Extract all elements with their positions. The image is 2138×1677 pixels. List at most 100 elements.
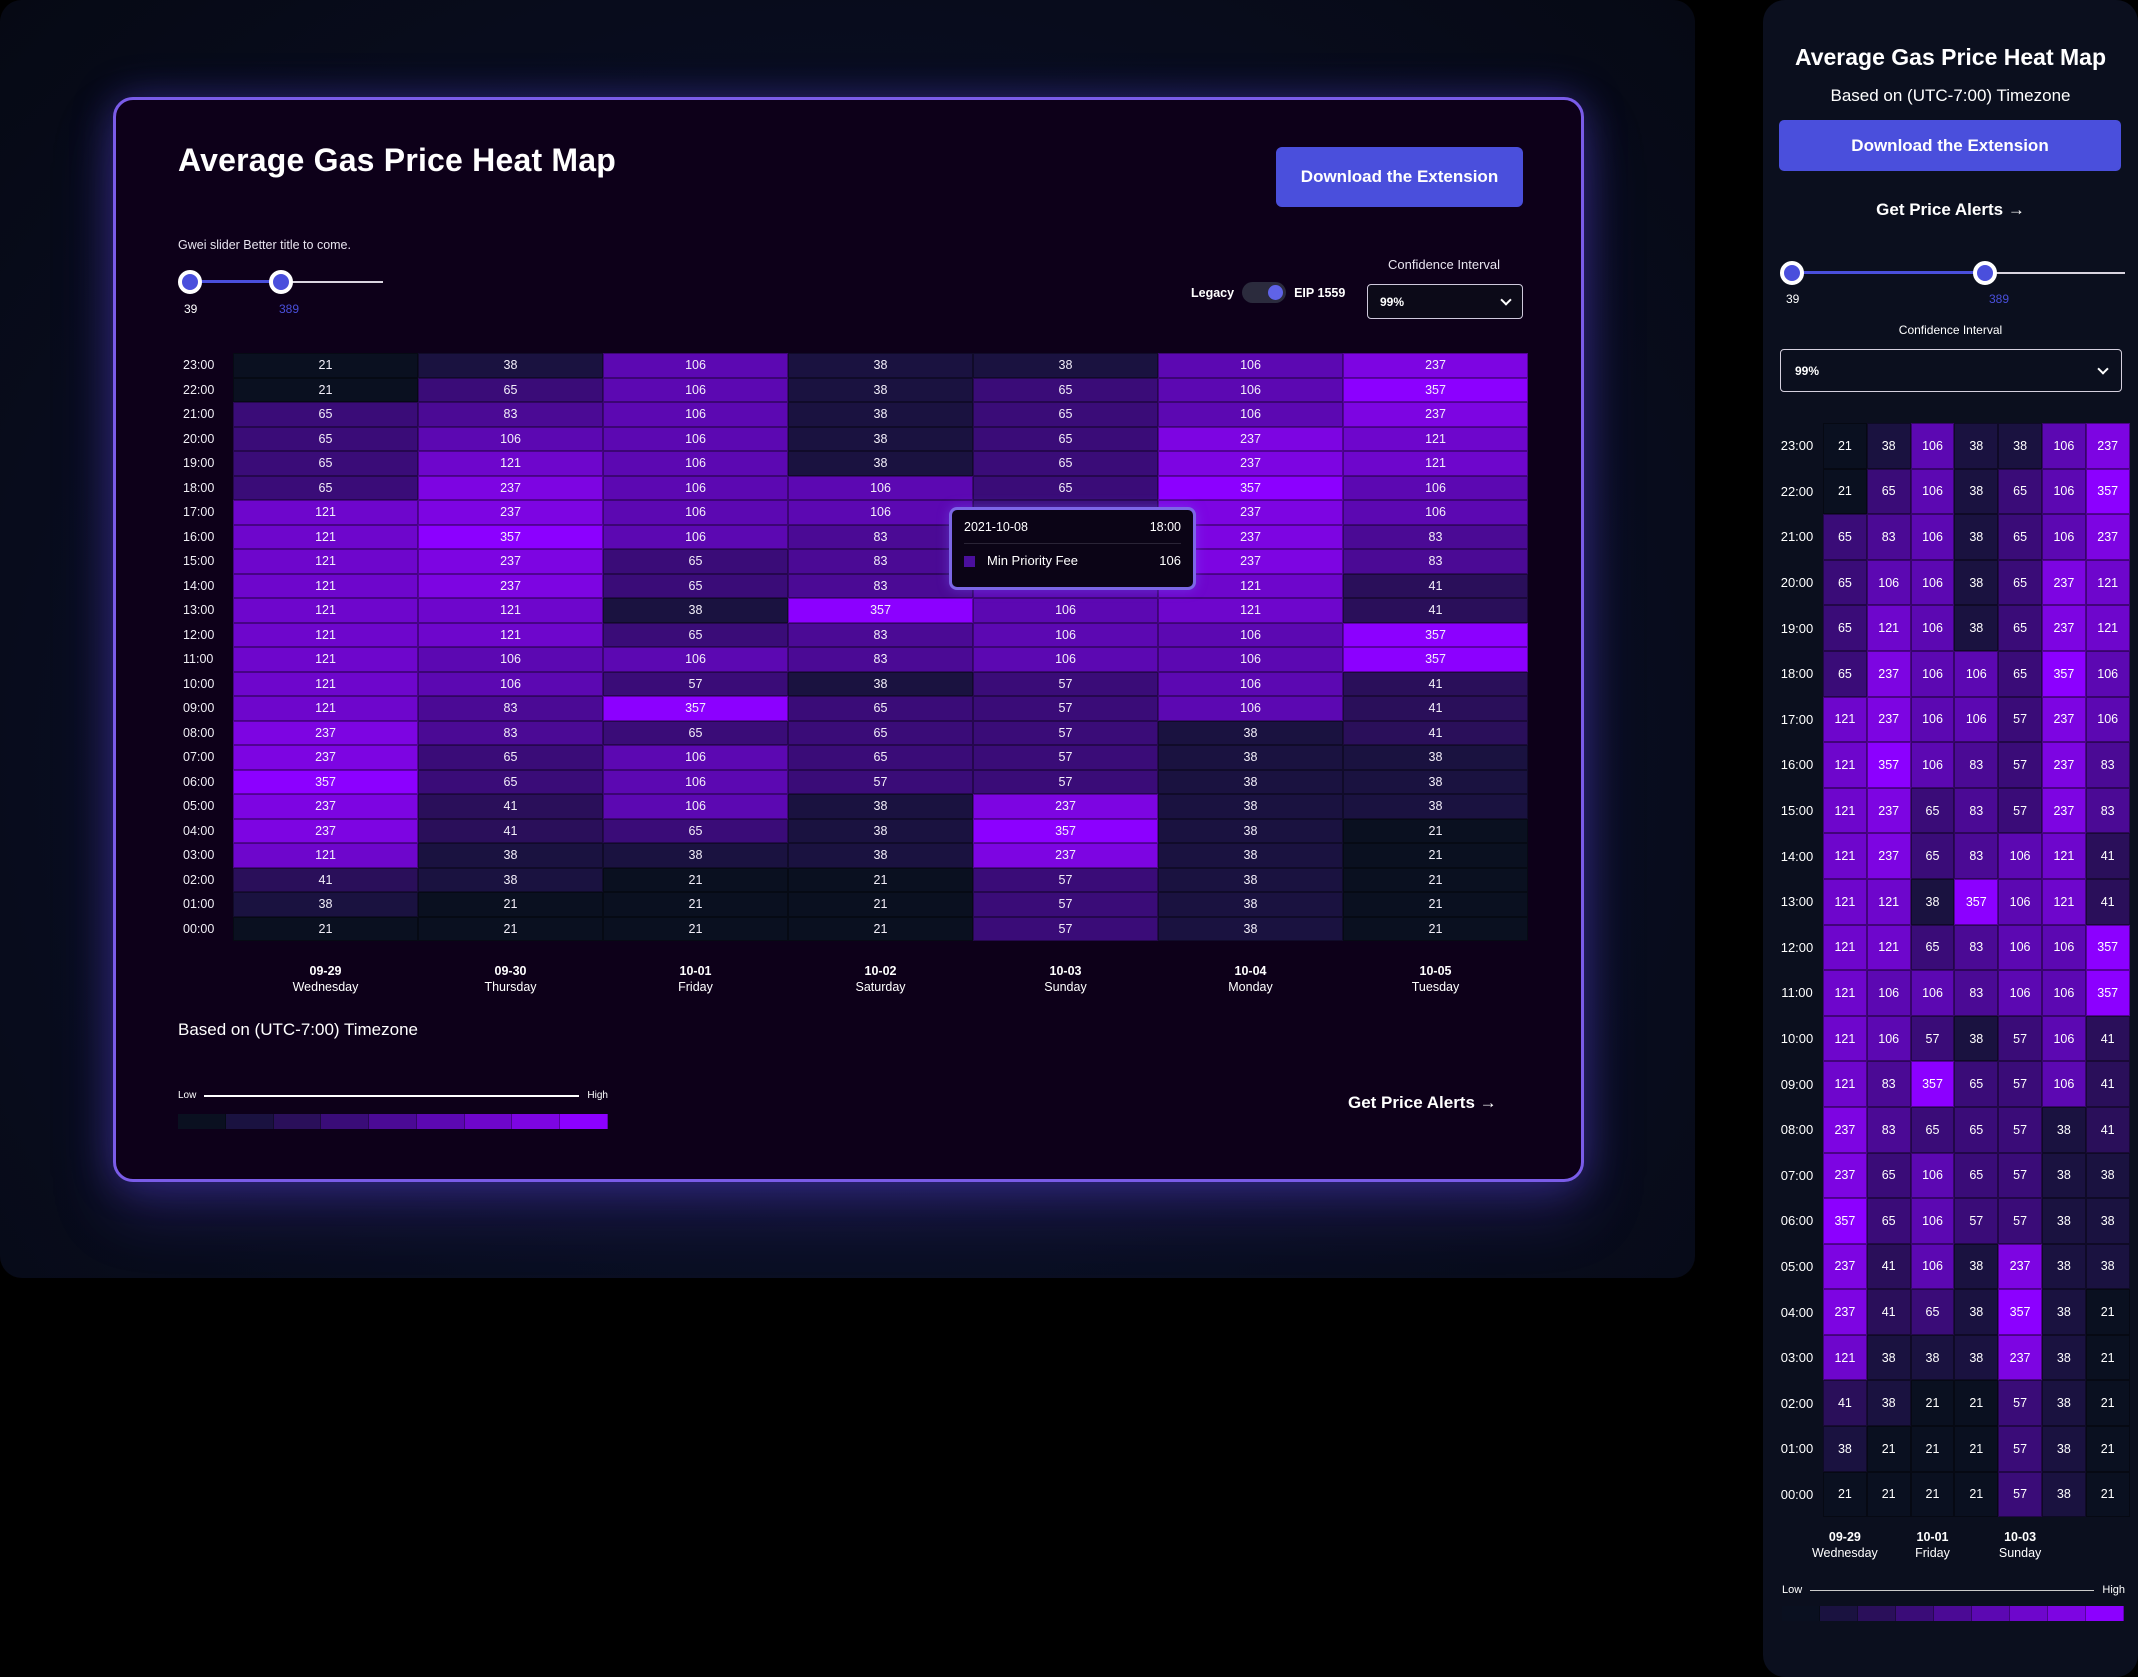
heatmap-cell[interactable]: 38 (603, 598, 788, 623)
mobile-heatmap-cell[interactable]: 21 (2085, 1426, 2130, 1472)
mobile-heatmap-cell[interactable]: 237 (1866, 650, 1911, 697)
heatmap-cell[interactable]: 357 (973, 818, 1158, 843)
mobile-heatmap-cell[interactable]: 38 (1866, 1334, 1911, 1381)
heatmap-cell[interactable]: 106 (603, 745, 788, 770)
mobile-heatmap-cell[interactable]: 21 (2085, 1334, 2130, 1381)
heatmap-cell[interactable]: 121 (233, 647, 418, 672)
mobile-heatmap-cell[interactable]: 106 (1910, 514, 1955, 560)
mobile-heatmap-cell[interactable]: 21 (1910, 1426, 1955, 1472)
heatmap-cell[interactable]: 121 (233, 622, 418, 647)
heatmap-cell[interactable]: 83 (788, 622, 973, 647)
mobile-heatmap-cell[interactable]: 357 (2085, 468, 2130, 515)
heatmap-cell[interactable]: 57 (973, 745, 1158, 770)
mobile-heatmap-cell[interactable]: 38 (2085, 1243, 2130, 1290)
mobile-heatmap-cell[interactable]: 65 (1954, 1106, 1999, 1153)
mobile-heatmap-cell[interactable]: 57 (1910, 1015, 1955, 1062)
mobile-heatmap-cell[interactable]: 38 (2041, 1243, 2086, 1290)
heatmap-cell[interactable]: 357 (233, 769, 418, 794)
heatmap-cell[interactable]: 38 (788, 451, 973, 476)
heatmap-cell[interactable]: 38 (418, 843, 603, 868)
heatmap-cell[interactable]: 357 (418, 524, 603, 549)
slider-min-thumb[interactable] (178, 270, 202, 294)
heatmap-cell[interactable]: 121 (1158, 598, 1343, 623)
heatmap-cell[interactable]: 106 (603, 426, 788, 451)
mobile-heatmap-cell[interactable]: 121 (2041, 833, 2086, 879)
heatmap-cell[interactable]: 121 (233, 549, 418, 574)
mobile-heatmap-cell[interactable]: 65 (1910, 1289, 1955, 1335)
heatmap-cell[interactable]: 21 (788, 916, 973, 941)
mobile-heatmap-cell[interactable]: 237 (2041, 696, 2086, 743)
heatmap-cell[interactable]: 106 (788, 500, 973, 525)
mobile-heatmap-cell[interactable]: 38 (2041, 1380, 2086, 1427)
mobile-heatmap-cell[interactable]: 83 (2085, 742, 2130, 788)
mobile-heatmap-cell[interactable]: 121 (1823, 1015, 1867, 1062)
heatmap-cell[interactable]: 106 (418, 426, 603, 451)
heatmap-cell[interactable]: 121 (1343, 426, 1528, 451)
mobile-heatmap-cell[interactable]: 237 (1823, 1152, 1867, 1199)
mobile-heatmap-cell[interactable]: 38 (1954, 468, 1999, 515)
heatmap-cell[interactable]: 65 (233, 451, 418, 476)
heatmap-cell[interactable]: 65 (788, 745, 973, 770)
mobile-heatmap-cell[interactable]: 38 (1866, 1380, 1911, 1427)
mobile-heatmap-cell[interactable]: 21 (2085, 1289, 2130, 1335)
mobile-heatmap-cell[interactable]: 57 (1998, 1015, 2042, 1062)
heatmap-cell[interactable]: 237 (1343, 402, 1528, 427)
mobile-heatmap-cell[interactable]: 38 (1954, 605, 1999, 651)
heatmap-cell[interactable]: 38 (1343, 745, 1528, 770)
heatmap-cell[interactable]: 106 (603, 475, 788, 500)
heatmap-cell[interactable]: 237 (233, 745, 418, 770)
mobile-heatmap-cell[interactable]: 237 (1866, 787, 1911, 834)
mobile-heatmap-cell[interactable]: 237 (1998, 1243, 2042, 1290)
mobile-heatmap-cell[interactable]: 106 (1910, 1198, 1955, 1244)
heatmap-cell[interactable]: 65 (418, 377, 603, 402)
heatmap-cell[interactable]: 106 (603, 769, 788, 794)
mobile-heatmap-cell[interactable]: 83 (1866, 514, 1911, 560)
gwei-range-slider[interactable] (178, 270, 383, 294)
mobile-heatmap-cell[interactable]: 121 (2085, 559, 2130, 606)
heatmap-cell[interactable]: 106 (603, 377, 788, 402)
mobile-heatmap-cell[interactable]: 83 (1954, 970, 1999, 1016)
mobile-heatmap-cell[interactable]: 83 (1954, 833, 1999, 879)
heatmap-cell[interactable]: 38 (973, 353, 1158, 378)
heatmap-cell[interactable]: 357 (603, 696, 788, 721)
mobile-heatmap-cell[interactable]: 41 (2085, 833, 2130, 879)
mobile-heatmap-cell[interactable]: 65 (1910, 1106, 1955, 1153)
heatmap-cell[interactable]: 121 (418, 622, 603, 647)
mobile-heatmap-cell[interactable]: 41 (2085, 878, 2130, 925)
heatmap-cell[interactable]: 21 (233, 377, 418, 402)
mobile-heatmap-cell[interactable]: 65 (1998, 559, 2042, 606)
mobile-heatmap-cell[interactable]: 106 (1998, 878, 2042, 925)
mobile-heatmap-cell[interactable]: 357 (1823, 1198, 1867, 1244)
heatmap-cell[interactable]: 83 (788, 549, 973, 574)
mobile-heatmap-cell[interactable]: 357 (2085, 970, 2130, 1016)
heatmap-cell[interactable]: 65 (603, 573, 788, 598)
mobile-heatmap-cell[interactable]: 121 (2085, 605, 2130, 651)
heatmap-cell[interactable]: 83 (1343, 524, 1528, 549)
heatmap-cell[interactable]: 121 (233, 524, 418, 549)
mobile-heatmap-cell[interactable]: 106 (1910, 650, 1955, 697)
mobile-heatmap-cell[interactable]: 83 (1866, 1106, 1911, 1153)
mobile-heatmap-cell[interactable]: 65 (1998, 605, 2042, 651)
heatmap-cell[interactable]: 106 (1158, 696, 1343, 721)
mobile-heatmap-cell[interactable]: 21 (1866, 1426, 1911, 1472)
mobile-heatmap-cell[interactable]: 237 (1866, 696, 1911, 743)
heatmap-cell[interactable]: 121 (233, 598, 418, 623)
heatmap-cell[interactable]: 21 (1343, 916, 1528, 941)
heatmap-cell[interactable]: 83 (418, 720, 603, 745)
heatmap-cell[interactable]: 237 (973, 794, 1158, 819)
heatmap-cell[interactable]: 106 (418, 647, 603, 672)
heatmap-cell[interactable]: 21 (233, 916, 418, 941)
heatmap-cell[interactable]: 38 (1158, 818, 1343, 843)
heatmap-cell[interactable]: 38 (418, 353, 603, 378)
heatmap-cell[interactable]: 57 (973, 892, 1158, 917)
mobile-heatmap-cell[interactable]: 21 (1866, 1471, 1911, 1518)
heatmap-cell[interactable]: 38 (788, 794, 973, 819)
mobile-heatmap-cell[interactable]: 106 (1910, 559, 1955, 606)
heatmap-cell[interactable]: 65 (603, 622, 788, 647)
mobile-heatmap-cell[interactable]: 106 (2041, 1061, 2086, 1107)
heatmap-cell[interactable]: 57 (788, 769, 973, 794)
mobile-heatmap-cell[interactable]: 106 (2085, 696, 2130, 743)
mobile-heatmap-cell[interactable]: 38 (2041, 1334, 2086, 1381)
mobile-heatmap-cell[interactable]: 106 (1954, 696, 1999, 743)
mobile-heatmap-cell[interactable]: 106 (1910, 423, 1955, 469)
